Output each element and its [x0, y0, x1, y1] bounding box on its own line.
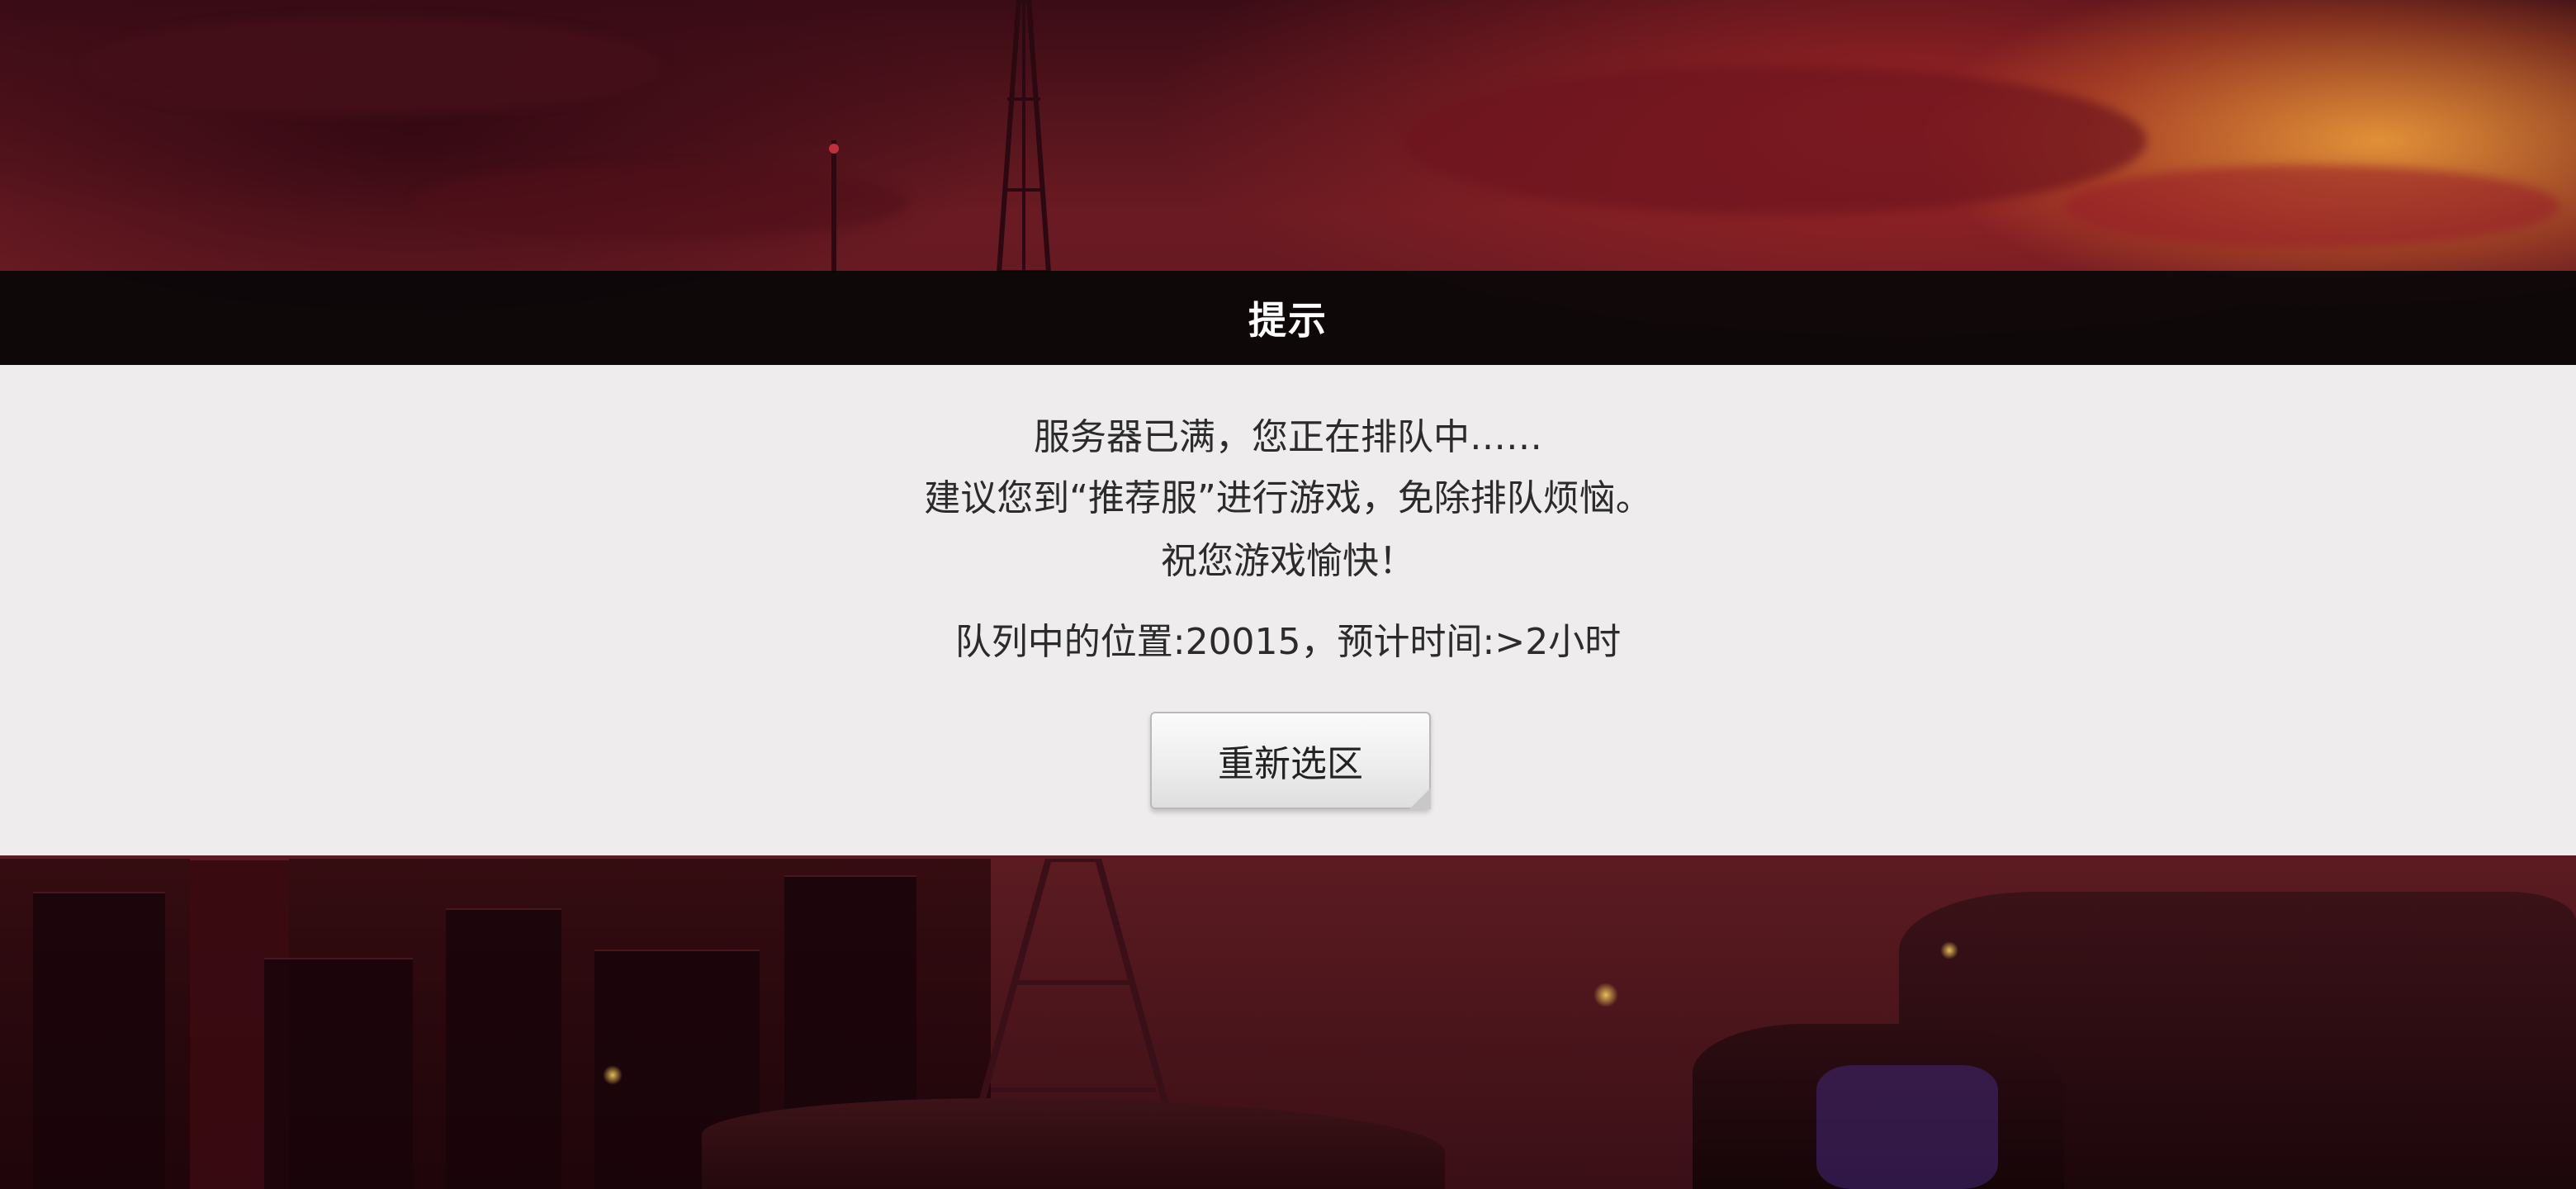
building: [446, 908, 561, 1189]
radio-tower-silhouette: [996, 0, 1052, 272]
light-particle: [1593, 983, 1618, 1007]
server-full-message: 服务器已满，您正在排队中……: [1034, 416, 1542, 458]
rock: [1816, 1065, 1998, 1189]
button-corner-decoration: [1409, 788, 1431, 809]
reselect-server-button-label: 重新选区: [1218, 743, 1363, 785]
dialog-title-bar: 提示: [0, 271, 2576, 365]
cloud: [1404, 66, 2147, 215]
queue-position-info: 队列中的位置:20015，预计时间:>2小时: [954, 621, 1622, 663]
light-particle: [1940, 941, 1958, 959]
building: [33, 892, 165, 1189]
recommend-server-message: 建议您到“推荐服”进行游戏，免除排队烦恼。: [924, 477, 1652, 519]
wish-message: 祝您游戏愉快！: [1161, 540, 1415, 582]
antenna-silhouette: [829, 140, 839, 272]
building: [264, 958, 413, 1189]
cloud: [2064, 165, 2559, 248]
cloud: [83, 17, 661, 116]
rock: [702, 1098, 1445, 1189]
light-particle: [603, 1065, 623, 1085]
reselect-server-button[interactable]: 重新选区: [1150, 712, 1431, 809]
dialog-title: 提示: [1248, 298, 1328, 343]
